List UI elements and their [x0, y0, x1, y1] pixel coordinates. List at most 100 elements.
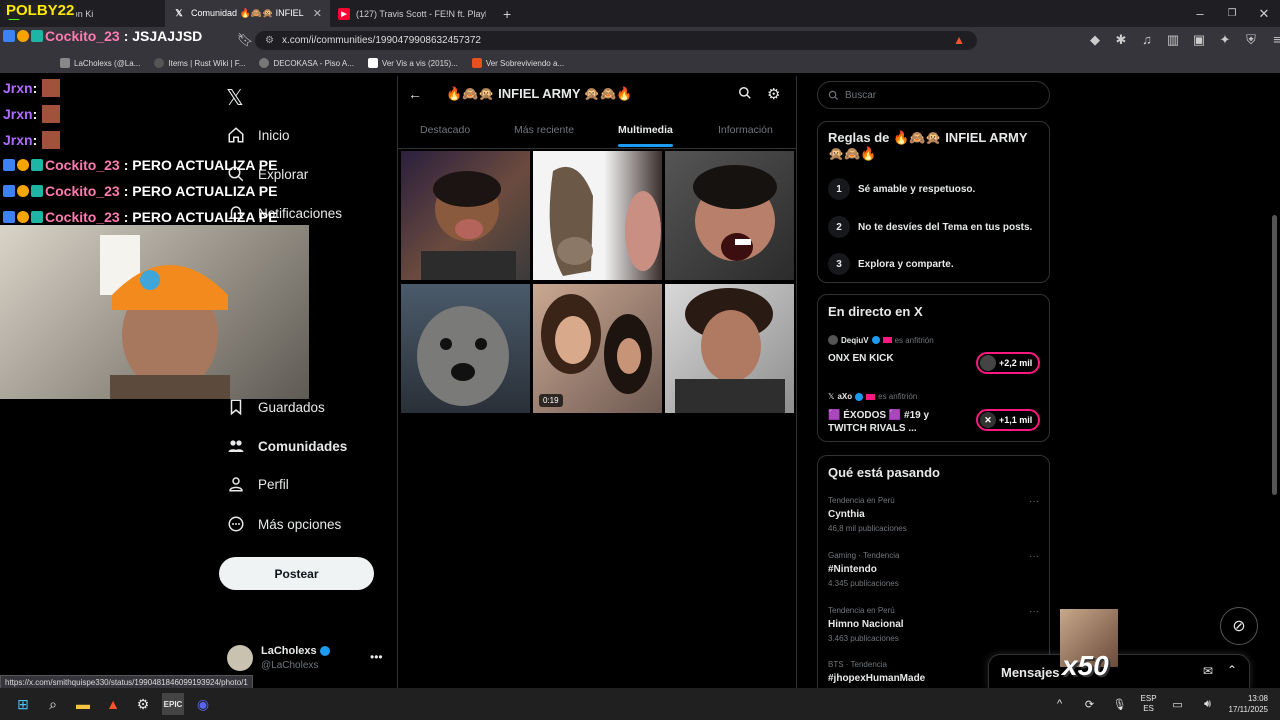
tab-mas-reciente[interactable]: Más reciente — [514, 124, 574, 136]
multiplier-text: x50 — [1062, 650, 1109, 681]
live-title-text[interactable]: 🟪 ÉXODOS 🟪 #19 y TWITCH RIVALS ... — [828, 409, 958, 435]
nav-home[interactable]: Inicio — [227, 126, 290, 144]
clock[interactable]: 13:08 17/11/2025 — [1229, 693, 1268, 715]
file-explorer-icon[interactable]: ▬ — [72, 693, 94, 715]
gear-icon[interactable]: ⚙ — [767, 85, 780, 103]
volume-icon[interactable]: 🔊︎ — [1197, 693, 1219, 715]
vpn-icon[interactable]: ⛨ — [1241, 32, 1261, 48]
chat-line: Cockito_23: JSJAJJSD — [3, 28, 202, 44]
close-window-icon[interactable]: ✕ — [1248, 6, 1280, 22]
expand-icon[interactable]: ⌃ — [1227, 663, 1237, 677]
chat-line: Jrxn : — [3, 79, 61, 97]
steam-icon[interactable]: ⚙ — [132, 693, 154, 715]
bookmark-page-icon[interactable]: 🔖︎ — [235, 32, 255, 48]
nav-profile[interactable]: Perfil — [227, 475, 289, 493]
avatar[interactable] — [227, 645, 253, 671]
live-listeners-pill[interactable]: +2,2 mil — [976, 352, 1041, 374]
tab-youtube[interactable]: ▶ (127) Travis Scott - FE!N ft. Playboi … — [330, 0, 495, 27]
media-thumbnail[interactable] — [401, 151, 530, 280]
nav-bookmarks[interactable]: Guardados — [227, 398, 325, 416]
account-name[interactable]: LaCholexs — [261, 645, 330, 657]
verified-badge-icon — [871, 336, 880, 344]
trend-more-icon[interactable]: ··· — [1029, 496, 1039, 507]
menu-icon[interactable]: ≡ — [1267, 32, 1280, 48]
media-thumbnail[interactable] — [665, 151, 794, 280]
trend-item[interactable]: Tendencia en Perú Himno Nacional 3.463 pub… — [828, 606, 904, 643]
communities-icon — [227, 437, 245, 455]
show-hidden-icons-icon[interactable]: ^ — [1049, 693, 1071, 715]
url-bar[interactable]: ⚙ x.com/i/communities/199047990863245737… — [255, 31, 977, 50]
search-input[interactable]: Buscar — [817, 81, 1050, 109]
live-host[interactable]: DeqiuV es anfitrión — [828, 335, 934, 345]
trend-item[interactable]: BTS · Tendencia #jhopexHumanMade — [828, 660, 925, 684]
live-title-text[interactable]: ONX EN KICK — [828, 353, 968, 364]
input-language[interactable]: ESP ES — [1141, 694, 1157, 714]
trend-posts: 3.463 publicaciones — [828, 634, 899, 643]
epic-games-icon[interactable]: EPIC — [162, 693, 184, 715]
trend-item[interactable]: Tendencia en Perú Cynthia 46,8 mil publica… — [828, 496, 907, 533]
wallet-icon[interactable]: ▣ — [1189, 32, 1209, 48]
mic-icon[interactable]: 🎙︎ — [1109, 693, 1131, 715]
live-host[interactable]: 𝕏 aXo es anfitrión — [828, 392, 917, 401]
trend-item[interactable]: Gaming · Tendencia #Nintendo 4.345 publica… — [828, 551, 899, 588]
rule-item: 2 No te desvíes del Tema en tus posts. — [828, 216, 1032, 238]
live-listeners-pill[interactable]: ✕ +1,1 mil — [976, 409, 1041, 431]
search-icon[interactable]: ⌕ — [42, 693, 64, 715]
tab-community[interactable]: 𝕏 Comunidad 🔥🙈🙊 INFIEL AR ✕ — [165, 0, 330, 27]
lang-code: ESP — [1140, 694, 1157, 703]
back-arrow-icon[interactable]: ← — [408, 86, 422, 102]
scrollbar[interactable] — [1272, 215, 1277, 495]
extension-icon[interactable]: ◆ — [1085, 32, 1105, 48]
nav-communities[interactable]: Comunidades — [227, 437, 347, 455]
trend-more-icon[interactable]: ··· — [1029, 606, 1039, 617]
bookmark-item[interactable]: DECOKASA - Piso A... — [259, 58, 354, 68]
new-message-icon[interactable]: ✉ — [1203, 664, 1213, 678]
brave-browser-icon[interactable]: ▲ — [102, 693, 124, 715]
bookmark-label: DECOKASA - Piso A... — [273, 58, 354, 68]
media-thumbnail[interactable] — [401, 284, 530, 413]
nav-more[interactable]: Más opciones — [227, 515, 341, 533]
bookmark-item[interactable]: LaCholexs (@La... — [60, 58, 140, 68]
chat-line: Jrxn : — [3, 131, 61, 149]
sidebar-icon[interactable]: ▥ — [1163, 32, 1183, 48]
rule-text: Explora y comparte. — [858, 258, 954, 270]
extensions-puzzle-icon[interactable]: ✱ — [1111, 32, 1131, 48]
media-thumbnail[interactable] — [665, 284, 794, 413]
chat-line: Cockito_23: PERO ACTUALIZA PE — [3, 183, 277, 199]
discord-icon[interactable]: ◉ — [192, 693, 214, 715]
rule-item: 1 Sé amable y respetuoso. — [828, 178, 975, 200]
more-icon — [227, 515, 245, 533]
tab-multimedia[interactable]: Multimedia — [618, 124, 673, 136]
post-button[interactable]: Postear — [219, 557, 374, 590]
bookmark-item[interactable]: Items | Rust Wiki | F... — [154, 58, 245, 68]
account-menu-icon[interactable]: ••• — [370, 650, 383, 664]
nav-label: Comunidades — [258, 438, 348, 454]
new-tab-button[interactable]: + — [495, 0, 519, 27]
tab-informacion[interactable]: Información — [718, 124, 773, 136]
site-settings-icon[interactable]: ⚙ — [265, 35, 274, 46]
x-logo-icon[interactable]: 𝕏 — [226, 85, 244, 111]
network-icon[interactable]: ▭ — [1167, 693, 1189, 715]
media-icon[interactable]: ♫ — [1137, 32, 1157, 48]
bookmark-item[interactable]: Ver Sobreviviendo a... — [471, 58, 564, 68]
video-duration: 0:19 — [539, 394, 563, 407]
brave-shield-icon[interactable]: ▲ — [953, 33, 965, 47]
close-tab-icon[interactable]: ✕ — [313, 7, 322, 20]
youtube-icon: ▶ — [338, 7, 350, 20]
messages-drawer[interactable]: Mensajes ✉ ⌃ — [988, 654, 1250, 688]
media-thumbnail[interactable] — [533, 151, 662, 280]
tab-destacado[interactable]: Destacado — [420, 124, 470, 136]
sync-icon[interactable]: ⟳ — [1079, 693, 1101, 715]
ai-icon[interactable]: ✦ — [1215, 32, 1235, 48]
windows-start-icon[interactable]: ⊞ — [12, 693, 34, 715]
chat-line: Jrxn : — [3, 105, 61, 123]
trend-more-icon[interactable]: ··· — [1029, 551, 1039, 562]
grok-icon[interactable]: ⊘ — [1220, 607, 1258, 645]
taskbar: ⊞ ⌕ ▬ ▲ ⚙ EPIC ◉ ^ ⟳ 🎙︎ ESP ES ▭ 🔊︎ 13:08… — [0, 688, 1280, 720]
minimize-icon[interactable]: – — [1184, 6, 1216, 21]
account-handle: @LaCholexs — [261, 660, 319, 671]
maximize-icon[interactable]: ❐ — [1216, 8, 1248, 19]
media-thumbnail[interactable]: 0:19 — [533, 284, 662, 413]
bookmark-item[interactable]: Ver Vis a vis (2015)... — [367, 58, 458, 68]
search-icon[interactable] — [738, 86, 752, 103]
